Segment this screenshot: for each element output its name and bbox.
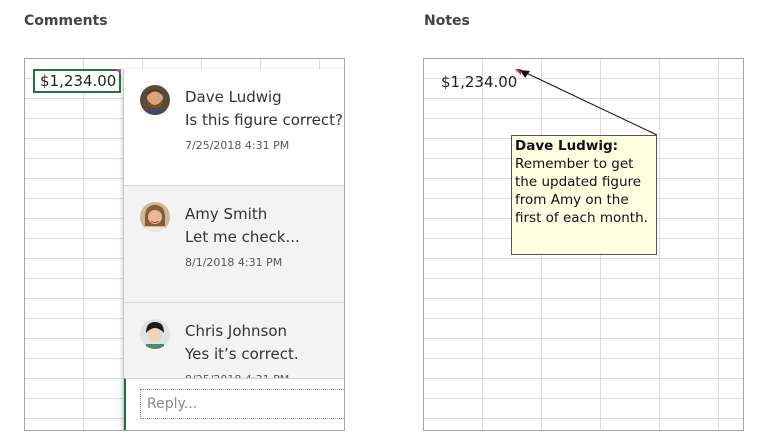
notes-spreadsheet-grid: $1,234.00 Dave Ludwig: Remember to get t… bbox=[423, 58, 744, 431]
comment-author: Amy Smith bbox=[185, 205, 268, 223]
comment-author: Dave Ludwig bbox=[185, 88, 282, 106]
comment-item[interactable]: Dave Ludwig Is this figure correct? 7/25… bbox=[124, 69, 344, 186]
comment-text: Is this figure correct? bbox=[185, 111, 343, 129]
comments-spreadsheet-grid: $1,234.00 Dave Ludwig Is this figure cor… bbox=[24, 58, 345, 431]
comment-text: Let me check... bbox=[185, 228, 300, 246]
notes-heading: Notes bbox=[424, 13, 470, 29]
avatar-chris-johnson bbox=[140, 319, 170, 349]
note-text: Remember to get the updated figure from … bbox=[515, 156, 648, 226]
avatar-amy-smith bbox=[140, 202, 170, 232]
reply-input[interactable] bbox=[140, 389, 344, 419]
comment-timestamp: 8/1/2018 4:31 PM bbox=[185, 256, 283, 269]
comment-item[interactable]: Amy Smith Let me check... 8/1/2018 4:31 … bbox=[124, 186, 344, 303]
comment-indicator-icon[interactable] bbox=[115, 69, 121, 75]
comment-text: Yes it’s correct. bbox=[185, 345, 299, 363]
avatar-dave-ludwig bbox=[140, 85, 170, 115]
comment-thread-pane: Dave Ludwig Is this figure correct? 7/25… bbox=[123, 69, 344, 430]
comment-author: Chris Johnson bbox=[185, 322, 288, 340]
note-author: Dave Ludwig: bbox=[515, 138, 619, 154]
comments-heading: Comments bbox=[24, 13, 108, 29]
comment-timestamp: 7/25/2018 4:31 PM bbox=[185, 139, 290, 152]
selected-cell[interactable]: $1,234.00 bbox=[33, 69, 121, 93]
reply-area bbox=[124, 378, 344, 430]
note-popup[interactable]: Dave Ludwig: Remember to get the updated… bbox=[511, 135, 657, 255]
